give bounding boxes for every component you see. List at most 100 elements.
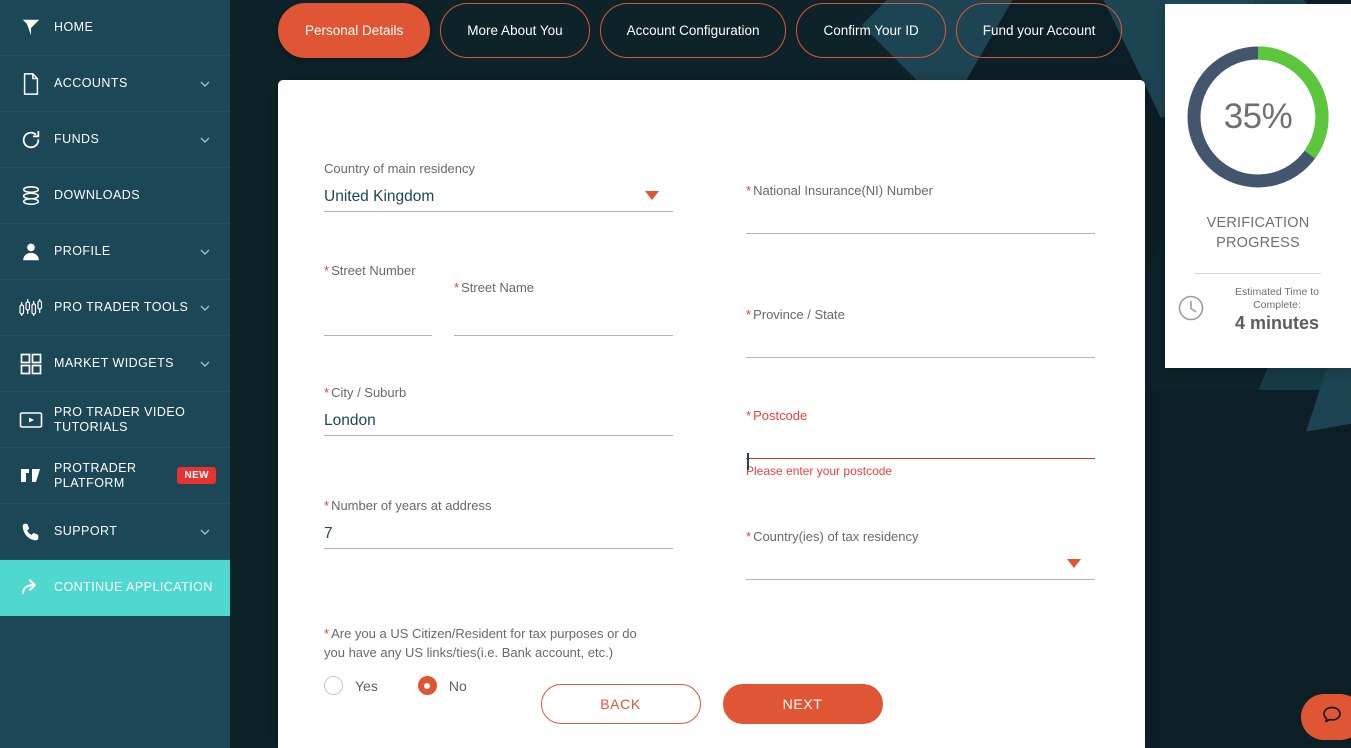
field-street-name: * Street Name — [454, 262, 673, 336]
postcode-input[interactable] — [746, 429, 1095, 459]
back-button[interactable]: BACK — [540, 684, 701, 724]
field-postcode: * Postcode Please enter your postcode — [746, 407, 1095, 478]
us-citizen-question-text: * Are you a US Citizen/Resident for tax p… — [324, 624, 654, 662]
next-button[interactable]: NEXT — [722, 684, 883, 724]
street-name-input[interactable] — [454, 306, 673, 336]
sidebar-item-profile[interactable]: PROFILE — [0, 224, 230, 280]
country-residency-select[interactable] — [324, 182, 673, 212]
sidebar: HOME ACCOUNTS FUNDS DOWNLOADS PROFILE PR… — [0, 0, 230, 748]
sidebar-item-pro-trader-tools[interactable]: PRO TRADER TOOLS — [0, 280, 230, 336]
field-label: * Postcode — [746, 407, 1095, 424]
sidebar-item-label: MARKET WIDGETS — [54, 356, 174, 370]
field-label: * National Insurance(NI) Number — [746, 182, 1095, 199]
personal-details-form-card: Country of main residency *Street Number… — [278, 80, 1145, 748]
field-country-of-main-residency: Country of main residency — [324, 160, 673, 212]
sidebar-item-downloads[interactable]: DOWNLOADS — [0, 168, 230, 224]
field-province-state: * Province / State — [746, 306, 1095, 358]
estimated-time-text: Estimated Time to Complete: 4 minutes — [1215, 286, 1339, 334]
field-street-number: * Street Number — [324, 262, 432, 336]
field-label-text: Postcode — [753, 408, 808, 423]
field-label-text: City / Suburb — [331, 385, 407, 400]
required-marker: * — [454, 280, 460, 295]
refresh-icon — [14, 125, 48, 155]
sidebar-item-funds[interactable]: FUNDS — [0, 112, 230, 168]
province-state-input[interactable] — [746, 328, 1095, 358]
chevron-down-icon[interactable] — [198, 357, 212, 371]
field-label-text: Number of years at address — [331, 498, 492, 513]
tab-personal-details[interactable]: Personal Details — [278, 3, 431, 58]
eta-label: Estimated Time to Complete: — [1234, 286, 1320, 311]
sidebar-item-protrader-platform[interactable]: PROTRADER PLATFORM NEW — [0, 448, 230, 504]
postcode-error-message: Please enter your postcode — [746, 464, 893, 478]
tax-residency-select[interactable] — [746, 550, 1095, 580]
form-column-left: Country of main residency *Street Number… — [324, 160, 673, 723]
sidebar-item-label: FUNDS — [54, 132, 100, 146]
field-label: * Country(ies) of tax residency — [746, 528, 1095, 545]
sidebar-item-label: PROFILE — [54, 244, 111, 258]
required-marker: * — [746, 307, 752, 322]
chat-button[interactable] — [1301, 694, 1351, 740]
progress-ring: 35% — [1182, 41, 1334, 193]
panel-divider — [1195, 273, 1321, 274]
new-badge: NEW — [177, 467, 216, 484]
estimated-time-row: Estimated Time to Complete: 4 minutes — [1165, 286, 1351, 334]
sidebar-item-support[interactable]: SUPPORT — [0, 504, 230, 560]
required-marker: * — [324, 263, 330, 278]
tab-label: Confirm Your ID — [823, 23, 919, 38]
tab-label: Account Configuration — [626, 23, 760, 38]
sidebar-item-market-widgets[interactable]: MARKET WIDGETS — [0, 336, 230, 392]
grid-icon — [14, 349, 48, 379]
chevron-down-icon[interactable] — [198, 245, 212, 259]
document-icon — [14, 69, 48, 99]
field-label: * Province / State — [746, 306, 1095, 323]
field-national-insurance-number: * National Insurance(NI) Number — [746, 182, 1095, 234]
chevron-down-icon[interactable] — [645, 191, 659, 200]
required-marker: * — [746, 408, 752, 423]
field-street-row: * Street Number * Street Name — [324, 262, 673, 336]
tab-confirm-your-id[interactable]: Confirm Your ID — [796, 3, 946, 58]
required-marker: * — [746, 529, 752, 544]
candlestick-icon — [14, 293, 48, 323]
street-number-input[interactable] — [324, 306, 432, 336]
ni-number-input[interactable] — [746, 204, 1095, 234]
application-root: HOME ACCOUNTS FUNDS DOWNLOADS PROFILE PR… — [0, 0, 1351, 748]
verification-progress-panel: 35% VERIFICATION PROGRESS Estimated Time… — [1165, 0, 1351, 368]
required-marker: * — [324, 626, 330, 641]
field-city-suburb: * City / Suburb — [324, 384, 673, 436]
form-grid: Country of main residency *Street Number… — [324, 160, 1095, 723]
sidebar-item-label: CONTINUE APPLICATION — [54, 580, 213, 594]
field-label-text: Province / State — [753, 307, 845, 322]
progress-percent-label: 35% — [1223, 97, 1293, 136]
sidebar-item-label: PRO TRADER TOOLS — [54, 300, 189, 314]
field-label-text: Country(ies) of tax residency — [753, 529, 919, 544]
field-label: * Number of years at address — [324, 497, 673, 514]
panel-accent-bar — [1165, 0, 1255, 4]
tab-account-configuration[interactable]: Account Configuration — [599, 3, 787, 58]
sidebar-item-home[interactable]: HOME — [0, 0, 230, 56]
video-icon — [14, 405, 48, 435]
chevron-down-icon[interactable] — [198, 525, 212, 539]
question-text: Are you a US Citizen/Resident for tax pu… — [324, 626, 637, 660]
chevron-down-icon[interactable] — [198, 133, 212, 147]
sidebar-item-pro-trader-video-tutorials[interactable]: PRO TRADER VIDEO TUTORIALS — [0, 392, 230, 448]
chevron-down-icon[interactable] — [198, 77, 212, 91]
chevron-down-icon[interactable] — [198, 301, 212, 315]
sidebar-item-label: PRO TRADER VIDEO TUTORIALS — [54, 404, 186, 434]
chat-bubble-icon — [1320, 703, 1344, 732]
phone-icon — [14, 517, 48, 547]
city-suburb-input[interactable] — [324, 406, 673, 436]
tab-fund-your-account[interactable]: Fund your Account — [955, 3, 1123, 58]
chevron-down-icon[interactable] — [1067, 559, 1081, 568]
text-caret — [747, 453, 749, 470]
sidebar-item-continue-application[interactable]: CONTINUE APPLICATION — [0, 560, 230, 616]
field-country-of-tax-residency: * Country(ies) of tax residency — [746, 528, 1095, 580]
years-at-address-input[interactable] — [324, 519, 673, 549]
tab-more-about-you[interactable]: More About You — [440, 3, 590, 58]
eta-value: 4 minutes — [1234, 313, 1320, 333]
required-marker: * — [746, 183, 752, 198]
sidebar-item-accounts[interactable]: ACCOUNTS — [0, 56, 230, 112]
sidebar-item-label: PROTRADER PLATFORM — [54, 460, 137, 490]
field-label-text: Street Name — [461, 280, 535, 295]
sidebar-item-label: ACCOUNTS — [54, 76, 128, 90]
form-actions: BACK NEXT — [278, 684, 1145, 724]
